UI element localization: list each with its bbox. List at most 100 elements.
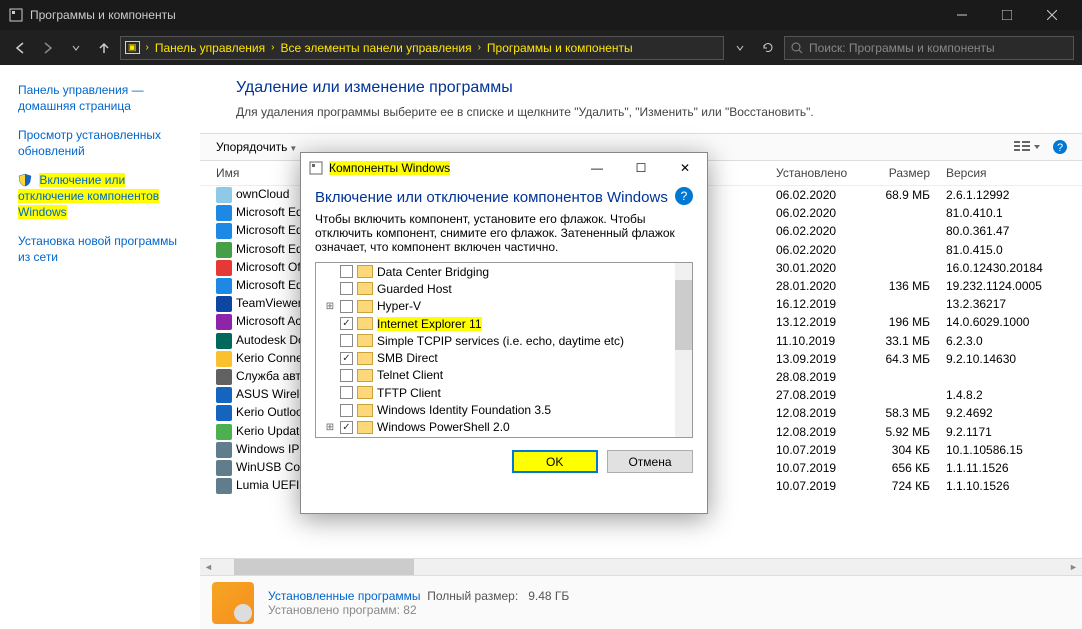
up-button[interactable] [92,36,116,60]
folder-icon [357,265,373,278]
feature-row[interactable]: ⊞Windows PowerShell 2.0 [316,419,692,436]
program-date: 13.09.2019 [768,352,858,366]
folder-icon [357,317,373,330]
dialog-icon [309,161,323,175]
close-button[interactable] [1029,0,1074,30]
folder-icon [357,369,373,382]
breadcrumb-bar[interactable]: ▣ › Панель управления › Все элементы пан… [120,36,724,60]
feature-checkbox[interactable] [340,404,353,417]
feature-row[interactable]: Data Center Bridging [316,263,692,280]
forward-button[interactable] [36,36,60,60]
program-date: 10.07.2019 [768,443,858,457]
path-dropdown[interactable] [728,36,752,60]
expand-icon[interactable]: ⊞ [324,422,336,433]
organize-button[interactable]: Упорядочить▼ [208,138,305,156]
scroll-thumb[interactable] [234,559,414,575]
program-size: 33.1 МБ [858,334,938,348]
app-icon [216,460,232,476]
program-date: 27.08.2019 [768,388,858,402]
program-name: Microsoft Ed [236,205,303,219]
feature-row[interactable]: Telnet Client [316,367,692,384]
view-updates-link[interactable]: Просмотр установленных обновлений [18,128,190,159]
expand-icon[interactable]: ⊞ [324,301,336,312]
program-name: TeamViewer [236,296,302,310]
dialog-help-button[interactable]: ? [675,187,693,205]
feature-row[interactable]: Internet Explorer 11 [316,315,692,332]
feature-checkbox[interactable] [340,352,353,365]
feature-checkbox[interactable] [340,300,353,313]
chevron-down-icon: ▼ [289,144,297,153]
folder-icon [357,386,373,399]
breadcrumb-seg[interactable]: Программы и компоненты [483,41,637,55]
feature-checkbox[interactable] [340,386,353,399]
feature-checkbox[interactable] [340,265,353,278]
feature-row[interactable]: TFTP Client [316,384,692,401]
program-name: Kerio Conne [236,351,303,365]
program-date: 28.08.2019 [768,370,858,384]
svg-text:?: ? [1057,142,1063,154]
help-button[interactable]: ? [1046,137,1074,157]
dialog-minimize-button[interactable]: — [575,153,619,183]
dialog-maximize-button[interactable]: ☐ [619,153,663,183]
breadcrumb-seg[interactable]: Панель управления [151,41,269,55]
app-icon [216,260,232,276]
col-installed[interactable]: Установлено [768,163,858,183]
program-date: 13.12.2019 [768,315,858,329]
tree-scrollbar[interactable] [675,263,692,437]
search-box[interactable]: Поиск: Программы и компоненты [784,36,1074,60]
page-title: Удаление или изменение программы [200,79,1082,105]
dialog-close-button[interactable]: ✕ [663,153,707,183]
program-date: 12.08.2019 [768,406,858,420]
chevron-right-icon: › [269,42,276,53]
program-name: Microsoft Of [236,260,301,274]
horizontal-scrollbar[interactable]: ◄ ► [200,558,1082,575]
feature-label: Simple TCPIP services (i.e. echo, daytim… [377,334,624,348]
feature-row[interactable]: ⊞Hyper-V [316,298,692,315]
program-version: 81.0.410.1 [938,206,1078,220]
col-version[interactable]: Версия [938,163,1078,183]
cancel-button[interactable]: Отмена [607,450,693,473]
view-options-button[interactable] [1008,138,1046,156]
refresh-button[interactable] [756,36,780,60]
app-icon [216,278,232,294]
feature-row[interactable]: Simple TCPIP services (i.e. echo, daytim… [316,332,692,349]
feature-checkbox[interactable] [340,369,353,382]
col-size[interactable]: Размер [858,163,938,183]
program-date: 10.07.2019 [768,461,858,475]
program-version: 1.1.11.1526 [938,461,1078,475]
program-size: 58.3 МБ [858,406,938,420]
feature-row[interactable]: Windows Identity Foundation 3.5 [316,401,692,418]
tree-scroll-thumb[interactable] [675,280,692,350]
feature-row[interactable]: SMB Direct [316,349,692,366]
back-button[interactable] [8,36,32,60]
program-name: Microsoft Ed [236,242,303,256]
recent-dropdown[interactable] [64,36,88,60]
feature-checkbox[interactable] [340,334,353,347]
dialog-heading: Включение или отключение компонентов Win… [315,189,693,206]
app-icon [216,442,232,458]
program-size: 724 КБ [858,479,938,493]
location-icon: ▣ [125,41,140,54]
status-size-value: 9.48 ГБ [528,589,569,603]
program-name: Microsoft Ed [236,278,303,292]
shield-icon [18,173,32,187]
feature-checkbox[interactable] [340,317,353,330]
minimize-button[interactable] [939,0,984,30]
feature-row[interactable]: Guarded Host [316,280,692,297]
feature-checkbox[interactable] [340,421,353,434]
ok-button[interactable]: OK [512,450,598,473]
scroll-left-button[interactable]: ◄ [200,559,217,575]
status-count: Установлено программ: 82 [268,603,569,617]
windows-features-link[interactable]: Включение или отключение компонентов Win… [18,173,190,220]
feature-checkbox[interactable] [340,282,353,295]
dialog-titlebar[interactable]: Компоненты Windows — ☐ ✕ [301,153,707,183]
breadcrumb-seg[interactable]: Все элементы панели управления [276,41,475,55]
program-date: 06.02.2020 [768,243,858,257]
scroll-right-button[interactable]: ► [1065,559,1082,575]
maximize-button[interactable] [984,0,1029,30]
program-date: 30.01.2020 [768,261,858,275]
program-version: 19.232.1124.0005 [938,279,1078,293]
program-version: 80.0.361.47 [938,224,1078,238]
cpl-home-link[interactable]: Панель управления — домашняя страница [18,83,190,114]
install-from-network-link[interactable]: Установка новой программы из сети [18,234,190,265]
